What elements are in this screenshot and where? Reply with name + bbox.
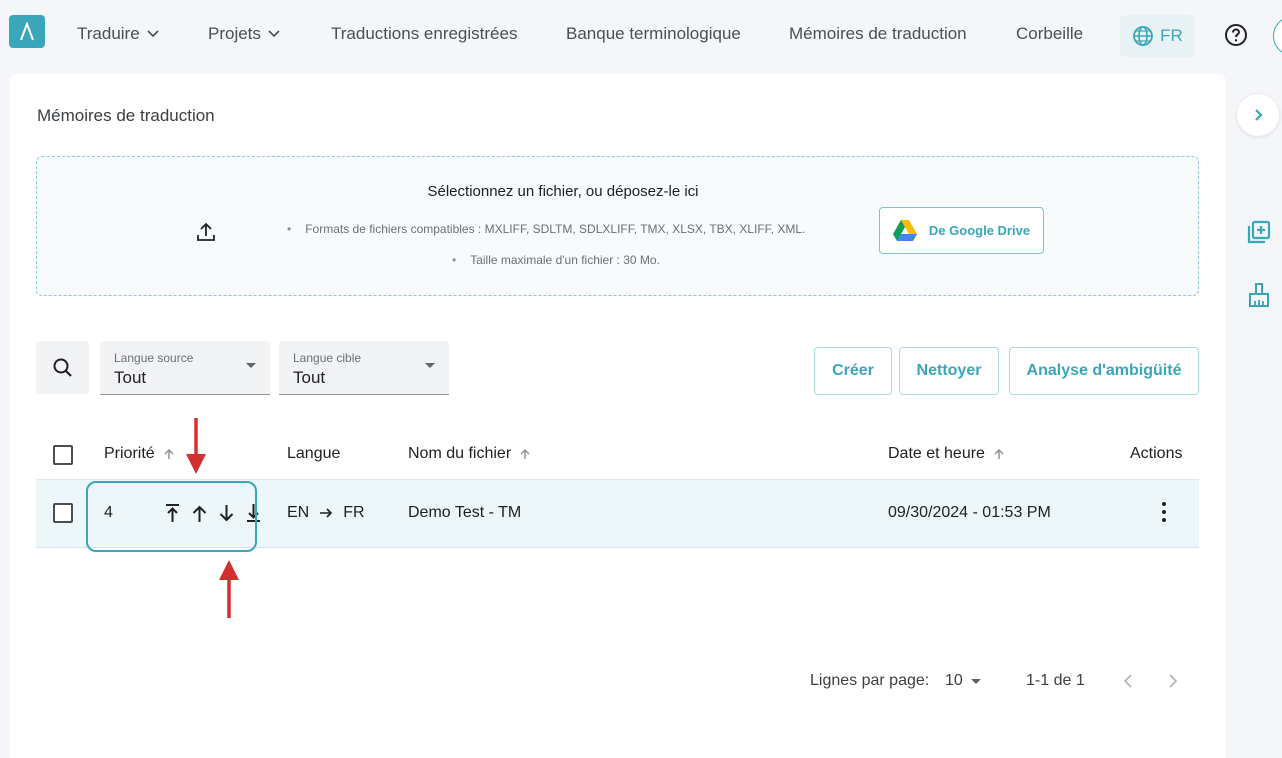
row-datetime: 09/30/2024 - 01:53 PM [888,504,1051,521]
target-language-value: Tout [293,368,326,387]
target-language-label: Langue cible [293,351,362,365]
move-up-icon[interactable] [190,502,209,524]
sort-arrow-up-icon [994,449,1004,459]
row-checkbox[interactable] [53,503,73,523]
header-filename[interactable]: Nom du fichier [408,445,531,463]
header-language: Langue [287,445,340,463]
header-filename-label: Nom du fichier [408,445,512,462]
ambiguity-analysis-button[interactable]: Analyse d'ambigüité [1009,347,1199,395]
chevron-down-icon [268,30,280,38]
add-library-icon[interactable] [1246,219,1272,245]
move-to-bottom-icon[interactable] [244,502,263,524]
nav-term-bank[interactable]: Banque terminologique [566,24,741,44]
google-drive-button[interactable]: De Google Drive [879,207,1044,254]
file-dropzone[interactable]: Sélectionnez un fichier, ou déposez-le i… [36,156,1199,296]
nav-translation-memories[interactable]: Mémoires de traduction [789,24,967,44]
upload-icon [197,222,215,241]
dropzone-formats: Formats de fichiers compatibles : MXLIFF… [287,222,805,236]
sort-arrow-up-icon [520,449,530,459]
dropzone-title: Sélectionnez un fichier, ou déposez-le i… [427,183,699,200]
globe-icon [1133,26,1154,46]
row-source-language: EN [287,504,310,521]
sort-arrow-up-icon [164,449,174,459]
create-button[interactable]: Créer [814,347,892,395]
google-drive-label: De Google Drive [928,223,1031,238]
pagination-range: 1-1 de 1 [1026,672,1085,689]
target-language-select[interactable]: Langue cible Tout [279,341,449,395]
more-options-icon[interactable] [1159,500,1169,524]
nav-projects[interactable]: Projets [208,24,280,44]
row-filename[interactable]: Demo Test - TM [408,504,521,522]
table-header: Priorité Langue Nom du fichier Date et h… [36,432,1199,480]
rows-per-page-select[interactable]: 10 [945,672,981,690]
language-button[interactable]: FR [1120,15,1195,57]
nav-saved-translations-label: Traductions enregistrées [331,24,518,43]
nav-saved-translations[interactable]: Traductions enregistrées [331,24,517,44]
nav-term-bank-label: Banque terminologique [566,24,741,43]
header-datetime-label: Date et heure [888,445,985,462]
header-actions-label: Actions [1130,445,1183,462]
dropzone-max-size: Taille maximale d'un fichier : 30 Mo. [452,253,660,267]
header-language-label: Langue [287,445,341,462]
user-avatar[interactable] [1273,16,1282,56]
nav-trash-label: Corbeille [1016,24,1084,43]
search-icon [53,358,72,377]
row-language: EN FR [287,504,365,522]
source-language-label: Langue source [114,351,194,365]
chevron-down-icon [147,30,159,38]
clean-button[interactable]: Nettoyer [899,347,999,395]
lambda-logo-icon [20,21,34,40]
main-card: Mémoires de traduction Sélectionnez un f… [10,74,1226,758]
broom-clean-icon[interactable] [1246,282,1272,308]
arrow-right-icon [320,508,333,518]
row-priority-value: 4 [104,504,113,521]
nav-translate[interactable]: Traduire [77,24,159,44]
page-title: Mémoires de traduction [37,106,215,125]
rows-per-page-value: 10 [945,672,963,689]
move-to-top-icon[interactable] [163,502,182,524]
language-label: FR [1160,26,1183,45]
header-priority[interactable]: Priorité [104,445,175,463]
nav-trash[interactable]: Corbeille [1016,24,1083,44]
help-icon[interactable] [1224,23,1248,47]
nav-translation-memories-label: Mémoires de traduction [789,24,967,43]
nav-translate-label: Traduire [77,24,140,43]
google-drive-icon [892,220,917,241]
rows-per-page-label: Lignes par page: [810,672,930,689]
move-down-icon[interactable] [217,502,236,524]
table-row[interactable]: 4 EN FR Demo Test - TM 09/30/2024 - 01:5… [36,480,1199,548]
next-page-icon[interactable] [1162,670,1184,692]
nav-projects-label: Projets [208,24,261,43]
header-actions: Actions [1130,445,1182,463]
top-navigation: Traduire Projets Traductions enregistrée… [0,0,1282,70]
side-panel-toggle[interactable] [1237,94,1279,136]
caret-down-icon [970,678,981,684]
priority-controls [163,502,263,524]
row-target-language: FR [343,504,365,521]
header-priority-label: Priorité [104,445,155,462]
search-button[interactable] [36,341,89,394]
select-all-checkbox[interactable] [53,445,73,465]
header-datetime[interactable]: Date et heure [888,445,1005,463]
caret-down-icon [246,363,256,368]
source-language-select[interactable]: Langue source Tout [100,341,270,395]
chevron-right-icon [1255,109,1263,121]
previous-page-icon[interactable] [1117,670,1139,692]
annotation-arrow-up-icon [219,560,239,618]
source-language-value: Tout [114,368,147,387]
annotation-arrow-down-icon [186,418,206,474]
app-logo[interactable] [9,15,45,48]
caret-down-icon [425,363,435,368]
